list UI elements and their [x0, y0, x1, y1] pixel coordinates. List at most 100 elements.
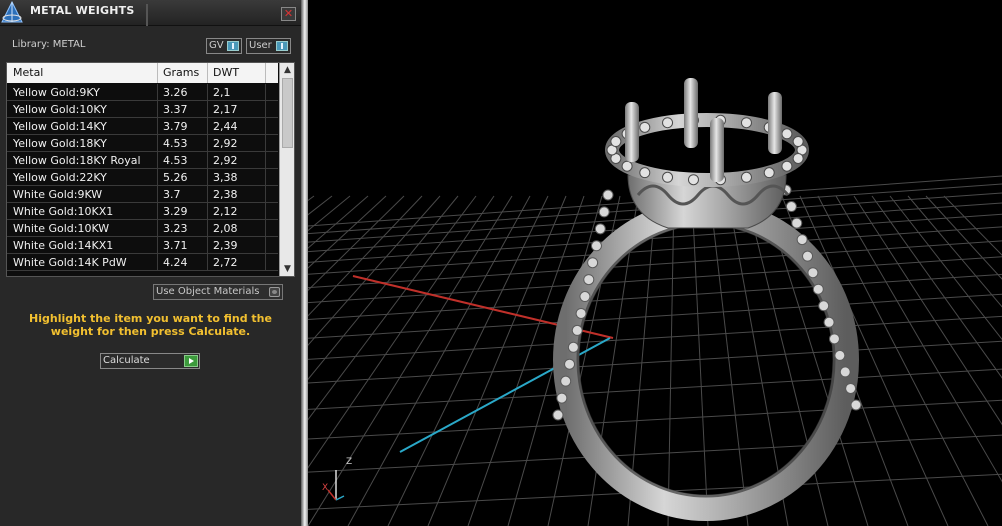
halo-stone — [781, 128, 793, 140]
viewport-canvas — [308, 78, 1002, 526]
grid-line — [308, 195, 351, 232]
halo-stone — [662, 117, 674, 129]
halo-stone — [662, 171, 674, 183]
column-header-dwt[interactable]: DWT — [213, 66, 239, 79]
grid-line — [308, 195, 513, 526]
panel-titlebar[interactable]: METAL WEIGHTS ✕ — [0, 0, 301, 26]
library-label: Library: METAL — [12, 39, 86, 50]
pave-stone — [823, 316, 835, 328]
cell-grams: 4.53 — [163, 137, 188, 150]
3d-viewport[interactable]: Z X — [308, 0, 1002, 526]
user-library-button[interactable]: User — [246, 38, 291, 54]
halo-stone — [781, 160, 793, 172]
panel-splitter[interactable] — [301, 0, 308, 526]
table-row[interactable]: White Gold:10KX1 3.29 2,12 — [7, 203, 278, 220]
table-scrollbar[interactable]: ▲ ▼ — [279, 63, 294, 276]
pave-stone — [796, 234, 808, 246]
scroll-down-icon[interactable]: ▼ — [280, 262, 294, 276]
pave-stone — [587, 257, 599, 269]
cell-metal: Yellow Gold:9KY — [13, 86, 100, 99]
grid-line — [308, 256, 1002, 304]
halo-stone — [687, 174, 699, 186]
column-divider — [207, 169, 208, 186]
pave-stone — [579, 291, 591, 303]
cell-grams: 3.79 — [163, 120, 188, 133]
ring-band-inner-shadow — [576, 222, 836, 498]
table-row[interactable]: Yellow Gold:9KY 3.26 2,1 — [7, 84, 278, 101]
column-divider — [157, 254, 158, 271]
column-divider — [265, 63, 266, 83]
halo-stone — [792, 152, 804, 164]
halo-stone — [639, 167, 651, 179]
grid-line — [308, 368, 1002, 410]
use-object-materials-toggle[interactable]: Use Object Materials — [153, 284, 283, 300]
cell-grams: 5.26 — [163, 171, 188, 184]
metal-weights-panel: METAL WEIGHTS ✕ Library: METAL GV User M… — [0, 0, 301, 526]
grid-line — [308, 434, 1002, 473]
radio-icon — [269, 287, 280, 297]
halo-stone — [740, 171, 752, 183]
halo-stone — [740, 117, 752, 129]
table-row[interactable]: Yellow Gold:18KY 4.53 2,92 — [7, 135, 278, 152]
column-divider — [265, 118, 266, 135]
column-divider — [265, 237, 266, 254]
pave-stone — [834, 349, 846, 361]
calculate-button[interactable]: Calculate — [100, 353, 200, 369]
cell-dwt: 2,08 — [213, 222, 238, 235]
column-divider — [265, 220, 266, 237]
pave-stone — [845, 382, 857, 394]
column-divider — [157, 63, 158, 83]
cell-dwt: 2,38 — [213, 188, 238, 201]
grid-line — [308, 340, 1002, 384]
pave-stone — [594, 223, 606, 235]
grid-line — [799, 195, 949, 526]
cell-metal: Yellow Gold:18KY Royal — [13, 154, 141, 167]
column-divider — [207, 118, 208, 135]
close-button[interactable]: ✕ — [281, 7, 296, 21]
table-row[interactable]: Yellow Gold:14KY 3.79 2,44 — [7, 118, 278, 135]
table-row[interactable]: White Gold:14KX1 3.71 2,39 — [7, 237, 278, 254]
cell-metal: White Gold:14K PdW — [13, 256, 127, 269]
prong — [625, 102, 639, 162]
cell-dwt: 2,92 — [213, 137, 238, 150]
grid-line — [308, 195, 459, 381]
column-divider — [157, 203, 158, 220]
column-divider — [157, 135, 158, 152]
pave-stone — [571, 324, 583, 336]
cell-grams: 4.53 — [163, 154, 188, 167]
scroll-up-icon[interactable]: ▲ — [280, 63, 294, 77]
column-divider — [157, 169, 158, 186]
table-row[interactable]: White Gold:14K PdW 4.24 2,72 — [7, 254, 278, 271]
gv-library-button[interactable]: GV — [206, 38, 242, 54]
table-body: Yellow Gold:9KY 3.26 2,1 Yellow Gold:10KY 3.… — [7, 84, 278, 271]
grid-line — [308, 195, 369, 249]
column-divider — [265, 135, 266, 152]
pave-stone — [602, 189, 614, 201]
column-header-grams[interactable]: Grams — [163, 66, 199, 79]
column-divider — [157, 186, 158, 203]
table-row[interactable]: Yellow Gold:22KY 5.26 3,38 — [7, 169, 278, 186]
halo-stone — [621, 160, 633, 172]
table-row[interactable]: White Gold:10KW 3.23 2,08 — [7, 220, 278, 237]
cell-metal: Yellow Gold:22KY — [13, 171, 107, 184]
metal-table: Metal Grams DWT Yellow Gold:9KY 3.26 2,1 Ye… — [6, 62, 295, 277]
pave-stone — [590, 240, 602, 252]
grid-line — [308, 195, 441, 346]
column-divider — [157, 152, 158, 169]
pave-stone — [791, 217, 803, 229]
cell-metal: White Gold:14KX1 — [13, 239, 114, 252]
halo-stone — [639, 121, 651, 133]
table-row[interactable]: Yellow Gold:18KY Royal 4.53 2,92 — [7, 152, 278, 169]
grid-line — [387, 195, 549, 526]
cell-dwt: 2,39 — [213, 239, 238, 252]
table-row[interactable]: Yellow Gold:10KY 3.37 2,17 — [7, 101, 278, 118]
pave-stone — [556, 392, 568, 404]
table-row[interactable]: White Gold:9KW 3.7 2,38 — [7, 186, 278, 203]
column-divider — [207, 84, 208, 101]
column-divider — [207, 186, 208, 203]
x-axis-label: X — [322, 483, 329, 493]
column-header-metal[interactable]: Metal — [13, 66, 43, 79]
cell-grams: 3.7 — [163, 188, 181, 201]
gv-label: GV — [209, 40, 224, 51]
scroll-thumb[interactable] — [282, 78, 293, 148]
